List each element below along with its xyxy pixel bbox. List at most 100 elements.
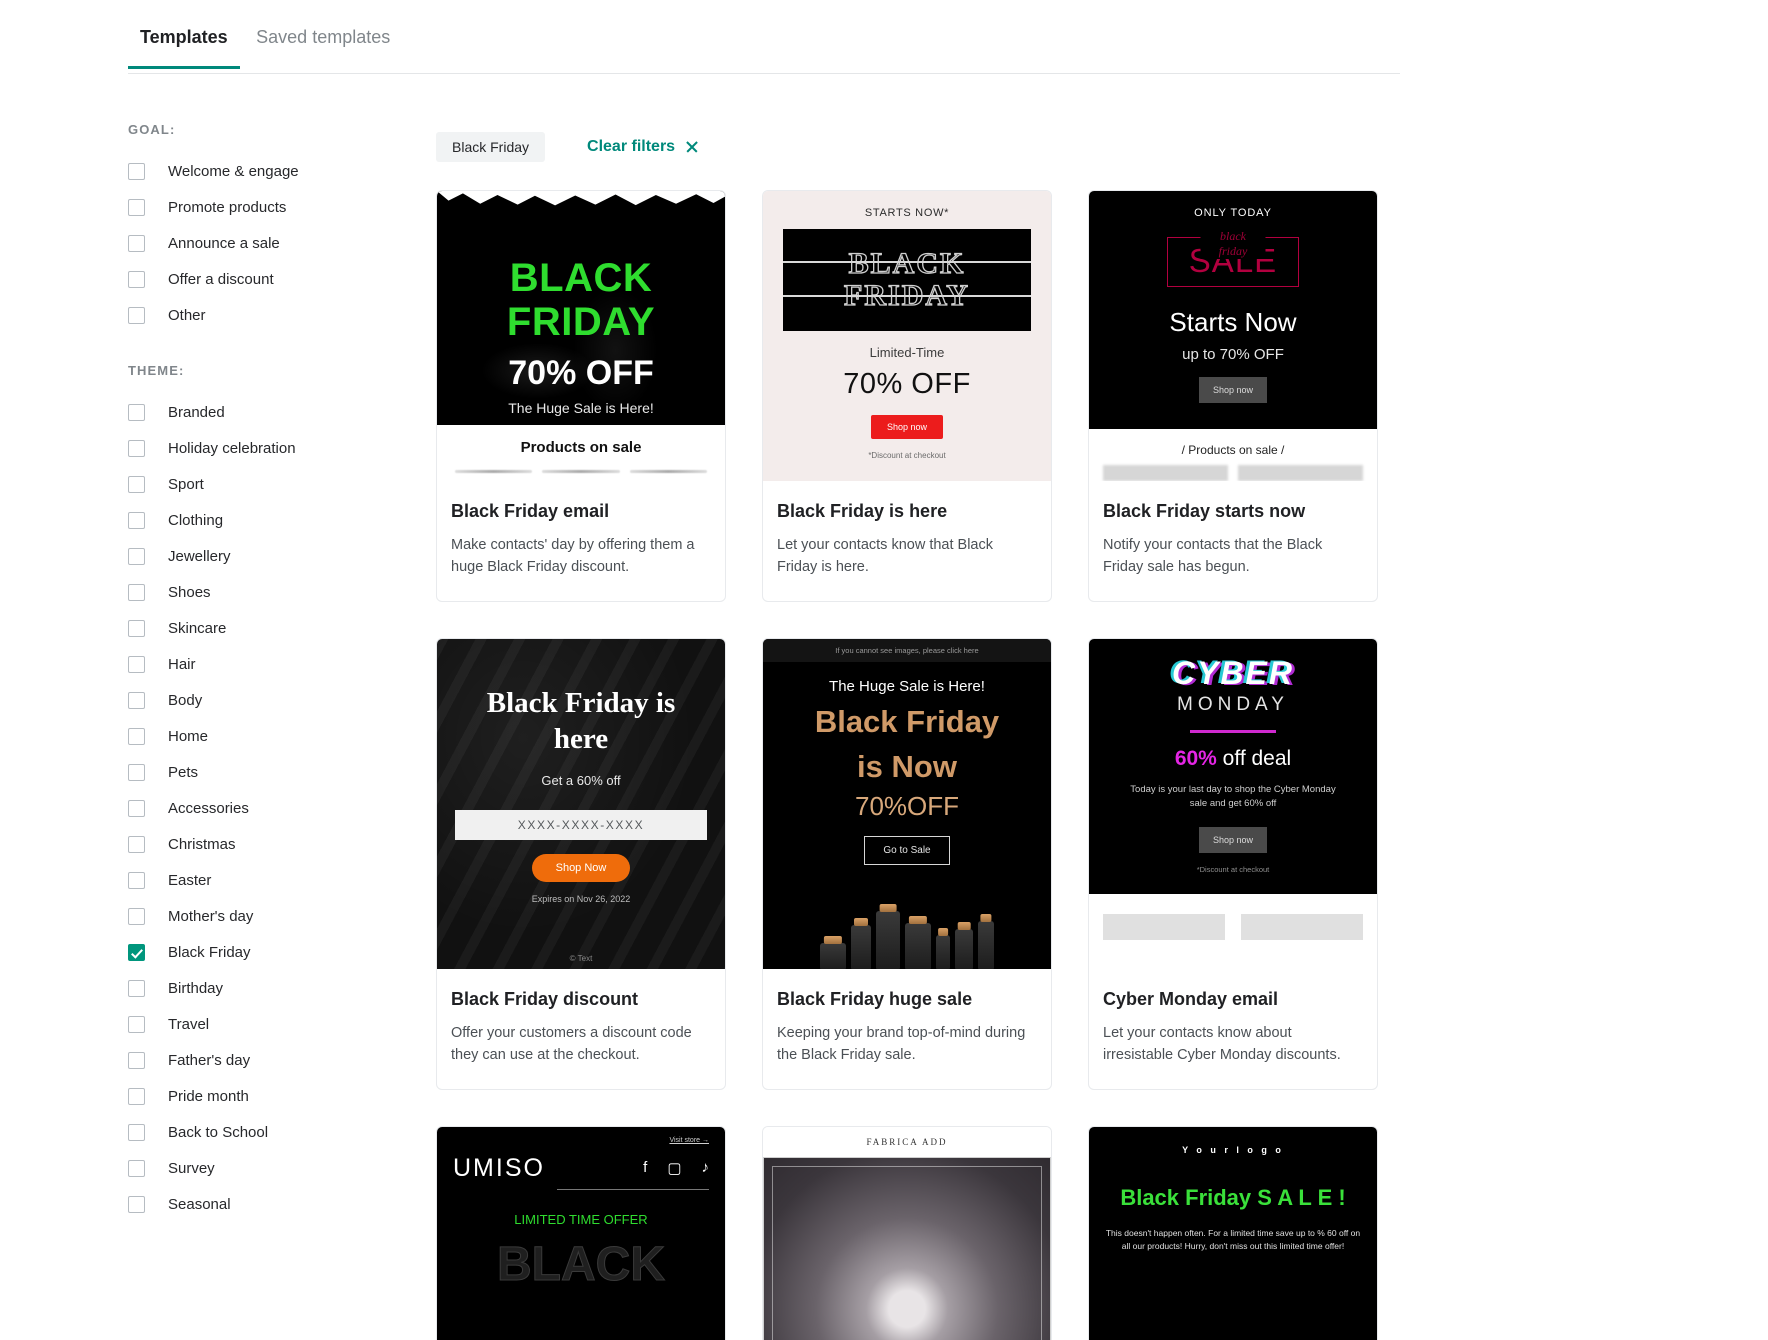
filter-option-announce-a-sale[interactable]: Announce a sale [128,225,368,261]
filter-option-accessories[interactable]: Accessories [128,790,368,826]
template-card-umiso[interactable]: Visit store → UMISO f ▢ ♪ LIMITED TIME O… [436,1125,726,1340]
checkbox[interactable] [128,979,145,997]
filter-option-label: Holiday celebration [168,439,296,457]
template-description: Let your contacts know that Black Friday… [777,537,993,576]
checkbox[interactable] [128,1159,145,1177]
art-brand-logo: UMISO [453,1153,545,1182]
filter-option-skincare[interactable]: Skincare [128,610,368,646]
template-card-black-friday-email[interactable]: BLACK FRIDAY 70% OFF The Huge Sale is He… [436,190,726,602]
checkbox[interactable] [128,162,145,180]
art-footer: © Text [569,953,593,963]
divider [557,1188,709,1190]
filter-group-theme: THEME: Branded Holiday celebration Sport… [128,363,368,1222]
tab-saved-templates[interactable]: Saved templates [244,26,402,66]
checkbox-checked[interactable] [128,943,145,961]
art-header: ONLY TODAY [1194,207,1272,219]
checkbox[interactable] [128,1051,145,1069]
art-discount: up to 70% OFF [1182,346,1284,363]
divider [1190,729,1276,733]
filter-option-label: Clothing [168,511,224,529]
filter-option-label: Mother's day [168,907,254,925]
art-brand-name: FABRICA ADD [866,1136,948,1147]
filter-option-easter[interactable]: Easter [128,862,368,898]
checkbox[interactable] [128,871,145,889]
art-neon-box: black friday SALE [1167,229,1299,287]
filter-option-birthday[interactable]: Birthday [128,970,368,1006]
filter-option-survey[interactable]: Survey [128,1150,368,1186]
checkbox[interactable] [128,198,145,216]
checkbox[interactable] [128,439,145,457]
filter-option-label: Christmas [168,835,236,853]
filter-option-back-to-school[interactable]: Back to School [128,1114,368,1150]
art-discount: 70% OFF [843,368,971,400]
filter-option-hair[interactable]: Hair [128,646,368,682]
filter-option-label: Skincare [168,619,227,637]
art-footnote: *Discount at checkout [868,451,946,460]
checkbox[interactable] [128,835,145,853]
filter-option-holiday-celebration[interactable]: Holiday celebration [128,430,368,466]
art-cta-button: Shop Now [531,853,631,882]
filter-option-mothers-day[interactable]: Mother's day [128,898,368,934]
template-description: Let your contacts know about irresistabl… [1103,1024,1341,1064]
template-card-black-friday-discount[interactable]: Black Friday is here Get a 60% off XXXX-… [436,637,726,1090]
template-card-cyber-monday-email[interactable]: CYBER MONDAY 60% off deal Today is your … [1088,637,1378,1090]
checkbox[interactable] [128,403,145,421]
checkbox[interactable] [128,799,145,817]
filter-option-jewellery[interactable]: Jewellery [128,538,368,574]
filter-option-body[interactable]: Body [128,682,368,718]
checkbox[interactable] [128,727,145,745]
checkbox[interactable] [128,691,145,709]
checkbox[interactable] [128,655,145,673]
template-card-black-friday-starts-now[interactable]: ONLY TODAY black friday SALE Starts Now … [1088,190,1378,602]
clear-filters-button[interactable]: Clear filters [587,138,699,156]
filter-option-shoes[interactable]: Shoes [128,574,368,610]
art-cta-button: Shop now [1198,827,1268,854]
checkbox[interactable] [128,306,145,324]
filter-chip-black-friday[interactable]: Black Friday [436,132,546,162]
filter-option-other[interactable]: Other [128,297,368,333]
art-offer: Get a 60% off [541,772,621,788]
filter-option-christmas[interactable]: Christmas [128,826,368,862]
checkbox[interactable] [128,475,145,493]
filter-group-label-goal: GOAL: [128,122,176,137]
checkbox[interactable] [128,583,145,601]
filter-option-black-friday[interactable]: Black Friday [128,934,368,970]
template-card-black-friday-huge-sale[interactable]: If you cannot see images, please click h… [762,637,1052,1090]
filter-option-travel[interactable]: Travel [128,1006,368,1042]
template-card-your-logo-sale[interactable]: Y o u r l o g o Black Friday S A L E ! T… [1088,1125,1378,1340]
checkbox[interactable] [128,1015,145,1033]
checkbox[interactable] [128,619,145,637]
checkbox[interactable] [128,907,145,925]
checkbox[interactable] [128,1123,145,1141]
tab-templates[interactable]: Templates [128,26,240,69]
art-preheader: If you cannot see images, please click h… [763,638,1051,662]
template-title: Black Friday is here [777,501,948,521]
filter-option-label: Other [168,306,206,324]
filter-option-promote-products[interactable]: Promote products [128,189,368,225]
filter-option-home[interactable]: Home [128,718,368,754]
checkbox[interactable] [128,1087,145,1105]
checkbox[interactable] [128,270,145,288]
template-card-fashion[interactable]: FABRICA ADD [762,1125,1052,1340]
filter-option-label: Black Friday [168,943,251,961]
tab-bar: Templates Saved templates [128,26,1400,74]
filter-option-seasonal[interactable]: Seasonal [128,1186,368,1222]
filter-option-pets[interactable]: Pets [128,754,368,790]
filter-option-offer-a-discount[interactable]: Offer a discount [128,261,368,297]
filter-option-branded[interactable]: Branded [128,394,368,430]
filter-option-pride-month[interactable]: Pride month [128,1078,368,1114]
filter-option-clothing[interactable]: Clothing [128,502,368,538]
art-discount: 70%OFF [854,790,960,821]
filter-option-sport[interactable]: Sport [128,466,368,502]
filter-option-welcome-engage[interactable]: Welcome & engage [128,153,368,189]
checkbox[interactable] [128,763,145,781]
checkbox[interactable] [128,234,145,252]
checkbox[interactable] [128,511,145,529]
checkbox[interactable] [128,547,145,565]
template-card-black-friday-is-here[interactable]: STARTS NOW* BLACK FRIDAY Limited-Time 70… [762,190,1052,602]
checkbox[interactable] [128,1195,145,1213]
template-meta: Black Friday is here Let your contacts k… [763,481,1051,601]
art-discount-pct: 60% [1174,746,1217,770]
art-line1: BLACK [848,247,966,280]
filter-option-fathers-day[interactable]: Father's day [128,1042,368,1078]
